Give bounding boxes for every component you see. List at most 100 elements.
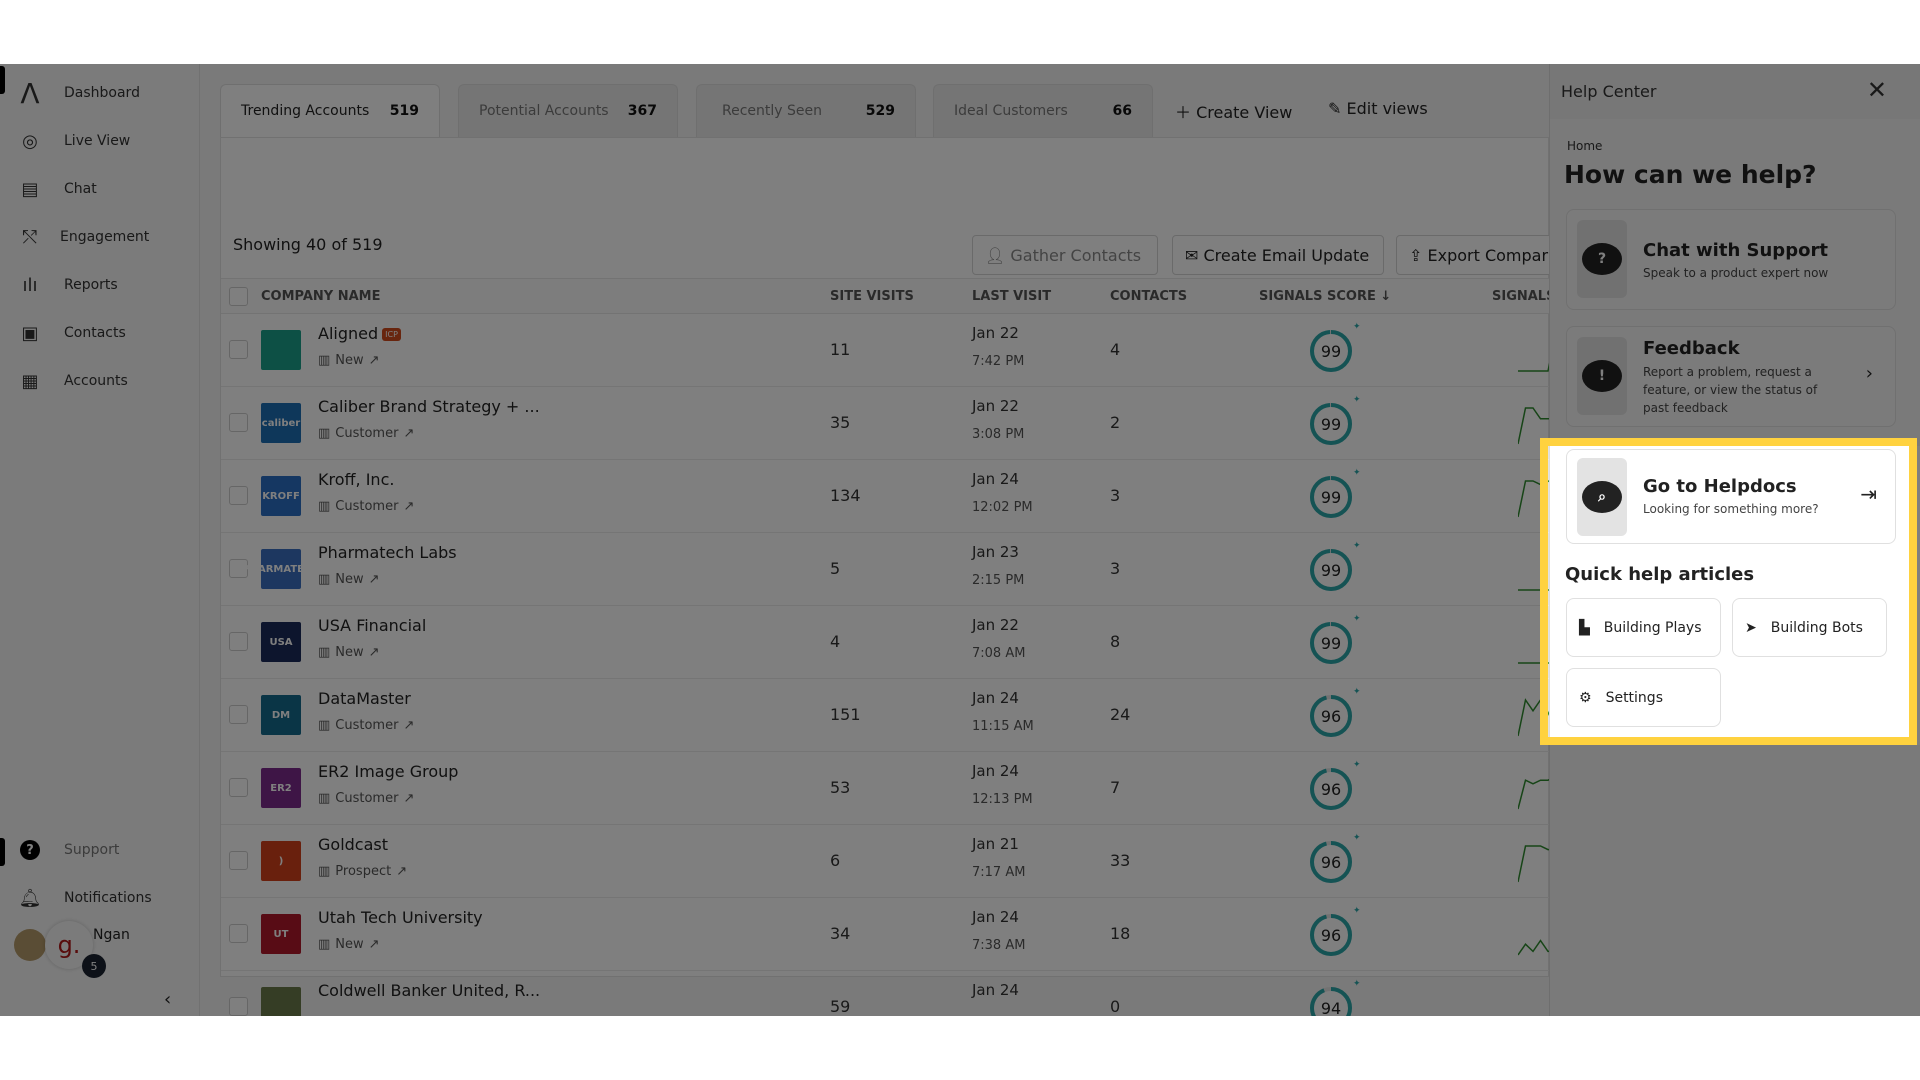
chat-with-support-card[interactable]: ? Chat with Support Speak to a product e…	[1566, 209, 1896, 310]
external-link-icon[interactable]: ↗	[403, 718, 414, 733]
table-row[interactable]: Coldwell Banker United, R... 59 Jan 24 0…	[221, 971, 1550, 1016]
building-bots-button[interactable]: ➤ Building Bots	[1732, 598, 1887, 657]
company-name[interactable]: Kroff, Inc.	[318, 470, 394, 489]
table-row[interactable]: ) Goldcast ▥ Prospect ↗ 6 Jan 21 7:17 AM 3…	[221, 825, 1578, 898]
company-name[interactable]: ER2 Image Group	[318, 762, 458, 781]
export-companies-button[interactable]: ⇪ Export Compar	[1396, 235, 1566, 275]
table-header: COMPANY NAME SITE VISITS LAST VISIT CONT…	[221, 278, 1555, 314]
external-link-icon[interactable]: ↗	[403, 499, 414, 514]
company-name[interactable]: Utah Tech University	[318, 908, 483, 927]
contacts-count: 24	[1110, 705, 1131, 724]
external-link-icon[interactable]: ↗	[403, 791, 414, 806]
row-checkbox[interactable]	[229, 486, 248, 505]
sidebar-item-reports[interactable]: ılı Reports	[0, 267, 200, 303]
row-checkbox[interactable]	[229, 924, 248, 943]
company-name[interactable]: DataMaster	[318, 689, 411, 708]
help-center-panel: Help Center ✕ Home How can we help? ? Cha…	[1549, 64, 1920, 1016]
feedback-card[interactable]: ! Feedback Report a problem, request a f…	[1566, 326, 1896, 427]
table-row[interactable]: ER2 ER2 Image Group ▥ Customer ↗ 53 Jan 24…	[221, 752, 1578, 825]
table-row[interactable]: UT Utah Tech University ▥ New ↗ 34 Jan 24 …	[221, 898, 1578, 971]
last-visit-time: 7:17 AM	[972, 865, 1026, 880]
tab-trending-accounts[interactable]: Trending Accounts 519	[220, 84, 440, 137]
sidebar-item-chat[interactable]: ▤ Chat	[0, 171, 200, 207]
company-logo: UT	[261, 914, 301, 954]
signals-score-ring: 96	[1310, 768, 1352, 810]
sidebar-item-live-view[interactable]: ◎ Live View	[0, 123, 200, 159]
sidebar-item-dashboard[interactable]: Λ Dashboard	[0, 75, 200, 111]
column-contacts[interactable]: CONTACTS	[1110, 289, 1187, 304]
row-checkbox[interactable]	[229, 632, 248, 651]
last-visit-date: Jan 22	[972, 324, 1019, 342]
collapse-sidebar-icon[interactable]: ‹	[164, 989, 171, 1010]
column-last-visit[interactable]: LAST VISIT	[972, 289, 1051, 304]
row-checkbox[interactable]	[229, 413, 248, 432]
company-name[interactable]: Coldwell Banker United, R...	[318, 981, 540, 1000]
export-label: Export Compar	[1427, 245, 1549, 265]
signals-score-ring: 96	[1310, 841, 1352, 883]
score-value: 96	[1321, 926, 1341, 945]
external-link-icon[interactable]: ↗	[403, 426, 414, 441]
sidebar-item-support[interactable]: ? Support	[0, 832, 200, 868]
external-link-icon[interactable]: ↗	[369, 572, 380, 587]
company-name[interactable]: Caliber Brand Strategy + ...	[318, 397, 540, 416]
sidebar-item-notifications[interactable]: 🔔︎ Notifications	[0, 880, 200, 916]
type-label: New	[335, 353, 364, 368]
sidebar-item-contacts[interactable]: ▣ Contacts	[0, 315, 200, 351]
table-row[interactable]: caliber Caliber Brand Strategy + ... ▥ Cu…	[221, 387, 1578, 460]
sidebar-item-accounts[interactable]: ▦ Accounts	[0, 363, 200, 399]
trend-sparkle-icon: ✦	[1353, 468, 1361, 478]
flow-icon: ▙	[1579, 619, 1590, 636]
company-name[interactable]: Goldcast	[318, 835, 388, 854]
company-name[interactable]: Aligned ICP	[318, 324, 401, 343]
breadcrumb-home[interactable]: Home	[1567, 139, 1602, 153]
contacts-count: 7	[1110, 778, 1121, 797]
table-row[interactable]: DM DataMaster ▥ Customer ↗ 151 Jan 24 11:1…	[221, 679, 1578, 752]
contacts-count: 0	[1110, 997, 1121, 1016]
company-logo	[261, 987, 301, 1016]
gather-contacts-button[interactable]: 👤︎ Gather Contacts	[972, 235, 1158, 275]
external-link-icon[interactable]: ↗	[369, 937, 380, 952]
create-email-update-button[interactable]: ✉ Create Email Update	[1172, 235, 1384, 275]
go-to-helpdocs-card[interactable]: ⌕ Go to Helpdocs Looking for something m…	[1566, 449, 1896, 544]
icon-box: ?	[1577, 220, 1627, 298]
close-icon[interactable]: ✕	[1867, 76, 1887, 104]
user-avatar[interactable]	[14, 929, 46, 961]
building-icon: ▥	[318, 645, 331, 660]
main-content: Trending Accounts 519 Potential Accounts 3…	[200, 64, 1578, 1016]
column-signals-score[interactable]: SIGNALS SCORE ↓	[1259, 289, 1391, 304]
row-checkbox[interactable]	[229, 778, 248, 797]
external-link-icon[interactable]: ↗	[369, 353, 380, 368]
settings-button[interactable]: ⚙ Settings	[1566, 668, 1721, 727]
live-view-icon: ◎	[22, 130, 38, 152]
external-link-icon[interactable]: ↗	[396, 864, 407, 879]
row-checkbox[interactable]	[229, 851, 248, 870]
tab-potential-accounts[interactable]: Potential Accounts 367	[458, 84, 678, 137]
table-row[interactable]: USA USA Financial ▥ New ↗ 4 Jan 22 7:08 AM…	[221, 606, 1578, 679]
tab-ideal-customers[interactable]: Ideal Customers 66	[933, 84, 1153, 137]
score-value: 99	[1321, 561, 1341, 580]
company-name[interactable]: USA Financial	[318, 616, 426, 635]
column-signals[interactable]: SIGNALS	[1492, 289, 1555, 304]
create-view-button[interactable]: ＋ Create View	[1175, 99, 1292, 123]
tab-recently-seen[interactable]: Recently Seen 529	[696, 84, 916, 137]
company-name[interactable]: Pharmatech Labs	[318, 543, 457, 562]
table-row[interactable]: PHARMATECH Pharmatech Labs ▥ New ↗ 5 Jan 2…	[221, 533, 1578, 606]
row-checkbox[interactable]	[229, 997, 248, 1016]
tab-label: Recently Seen	[722, 103, 822, 119]
type-label: New	[335, 645, 364, 660]
table-row[interactable]: Aligned ICP ▥ New ↗ 11 Jan 22 7:42 PM 4 99 …	[221, 314, 1578, 387]
row-checkbox[interactable]	[229, 340, 248, 359]
table-row[interactable]: KROFF Kroff, Inc. ▥ Customer ↗ 134 Jan 24 …	[221, 460, 1578, 533]
person-search-icon: 👤︎	[985, 245, 1011, 265]
building-plays-button[interactable]: ▙ Building Plays	[1566, 598, 1721, 657]
column-site-visits[interactable]: SITE VISITS	[830, 289, 914, 304]
column-company-name[interactable]: COMPANY NAME	[261, 289, 381, 304]
external-link-icon[interactable]: ↗	[369, 645, 380, 660]
edit-views-button[interactable]: ✎ Edit views	[1328, 99, 1428, 118]
email-icon: ✉	[1185, 245, 1204, 265]
company-name-text: Aligned	[318, 324, 379, 343]
select-all-checkbox[interactable]	[229, 287, 248, 306]
sidebar-item-engagement[interactable]: ⤲ Engagement	[0, 219, 200, 255]
site-visits: 4	[830, 632, 841, 651]
row-checkbox[interactable]	[229, 705, 248, 724]
